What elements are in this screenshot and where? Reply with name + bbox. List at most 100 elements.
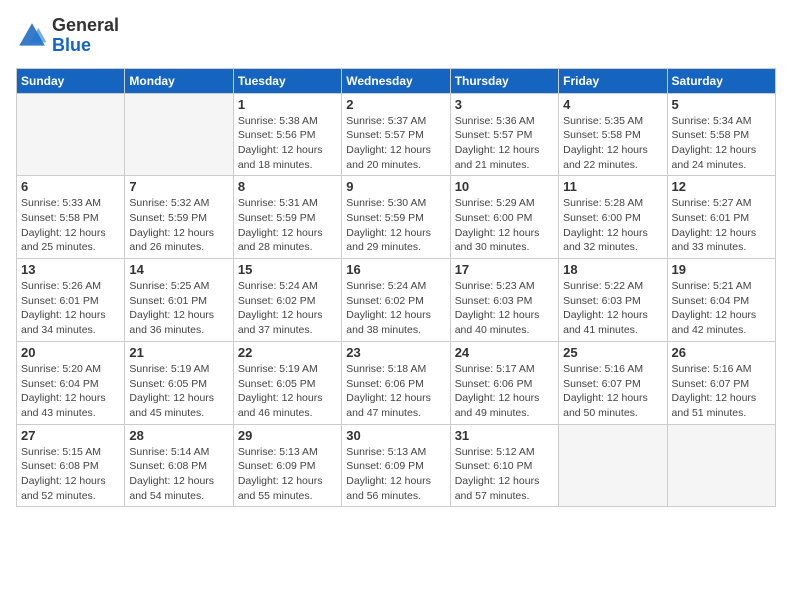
calendar-header-thursday: Thursday (450, 68, 558, 93)
calendar-week-2: 6 Sunrise: 5:33 AMSunset: 5:58 PMDaylight… (17, 176, 776, 259)
day-number: 1 (238, 97, 337, 112)
day-info: Sunrise: 5:22 AMSunset: 6:03 PMDaylight:… (563, 279, 662, 338)
logo-icon (16, 20, 48, 52)
day-info: Sunrise: 5:26 AMSunset: 6:01 PMDaylight:… (21, 279, 120, 338)
day-info: Sunrise: 5:24 AMSunset: 6:02 PMDaylight:… (238, 279, 337, 338)
day-info: Sunrise: 5:13 AMSunset: 6:09 PMDaylight:… (238, 445, 337, 504)
day-number: 22 (238, 345, 337, 360)
day-number: 14 (129, 262, 228, 277)
day-info: Sunrise: 5:38 AMSunset: 5:56 PMDaylight:… (238, 114, 337, 173)
logo: GeneralBlue (16, 16, 119, 56)
calendar-cell: 4 Sunrise: 5:35 AMSunset: 5:58 PMDaylight… (559, 93, 667, 176)
day-number: 27 (21, 428, 120, 443)
day-info: Sunrise: 5:23 AMSunset: 6:03 PMDaylight:… (455, 279, 554, 338)
day-number: 17 (455, 262, 554, 277)
calendar-cell: 11 Sunrise: 5:28 AMSunset: 6:00 PMDayligh… (559, 176, 667, 259)
day-info: Sunrise: 5:36 AMSunset: 5:57 PMDaylight:… (455, 114, 554, 173)
day-info: Sunrise: 5:34 AMSunset: 5:58 PMDaylight:… (672, 114, 771, 173)
calendar-cell: 26Sunrise: 5:16 AMSunset: 6:07 PMDayligh… (667, 341, 775, 424)
calendar-cell: 23 Sunrise: 5:18 AMSunset: 6:06 PMDayligh… (342, 341, 450, 424)
day-number: 29 (238, 428, 337, 443)
calendar-cell: 15 Sunrise: 5:24 AMSunset: 6:02 PMDayligh… (233, 259, 341, 342)
calendar-cell: 16 Sunrise: 5:24 AMSunset: 6:02 PMDayligh… (342, 259, 450, 342)
calendar-cell: 10 Sunrise: 5:29 AMSunset: 6:00 PMDayligh… (450, 176, 558, 259)
day-number: 9 (346, 179, 445, 194)
day-number: 24 (455, 345, 554, 360)
calendar-week-3: 13Sunrise: 5:26 AMSunset: 6:01 PMDayligh… (17, 259, 776, 342)
day-number: 20 (21, 345, 120, 360)
day-info: Sunrise: 5:30 AMSunset: 5:59 PMDaylight:… (346, 196, 445, 255)
day-info: Sunrise: 5:33 AMSunset: 5:58 PMDaylight:… (21, 196, 120, 255)
calendar-cell: 27Sunrise: 5:15 AMSunset: 6:08 PMDayligh… (17, 424, 125, 507)
calendar-cell (125, 93, 233, 176)
day-number: 11 (563, 179, 662, 194)
day-info: Sunrise: 5:14 AMSunset: 6:08 PMDaylight:… (129, 445, 228, 504)
day-number: 21 (129, 345, 228, 360)
calendar-header-monday: Monday (125, 68, 233, 93)
day-info: Sunrise: 5:16 AMSunset: 6:07 PMDaylight:… (672, 362, 771, 421)
day-number: 5 (672, 97, 771, 112)
calendar-cell: 3 Sunrise: 5:36 AMSunset: 5:57 PMDaylight… (450, 93, 558, 176)
calendar-header-wednesday: Wednesday (342, 68, 450, 93)
logo-blue: Blue (52, 35, 91, 55)
calendar-header-row: SundayMondayTuesdayWednesdayThursdayFrid… (17, 68, 776, 93)
day-info: Sunrise: 5:37 AMSunset: 5:57 PMDaylight:… (346, 114, 445, 173)
day-number: 2 (346, 97, 445, 112)
calendar-cell: 20 Sunrise: 5:20 AMSunset: 6:04 PMDayligh… (17, 341, 125, 424)
day-number: 23 (346, 345, 445, 360)
day-number: 16 (346, 262, 445, 277)
calendar-cell: 22 Sunrise: 5:19 AMSunset: 6:05 PMDayligh… (233, 341, 341, 424)
calendar-cell: 1 Sunrise: 5:38 AMSunset: 5:56 PMDaylight… (233, 93, 341, 176)
calendar-cell (667, 424, 775, 507)
calendar-header-friday: Friday (559, 68, 667, 93)
day-info: Sunrise: 5:18 AMSunset: 6:06 PMDaylight:… (346, 362, 445, 421)
day-info: Sunrise: 5:13 AMSunset: 6:09 PMDaylight:… (346, 445, 445, 504)
calendar-cell: 6 Sunrise: 5:33 AMSunset: 5:58 PMDaylight… (17, 176, 125, 259)
day-info: Sunrise: 5:12 AMSunset: 6:10 PMDaylight:… (455, 445, 554, 504)
day-info: Sunrise: 5:17 AMSunset: 6:06 PMDaylight:… (455, 362, 554, 421)
calendar-cell: 25Sunrise: 5:16 AMSunset: 6:07 PMDayligh… (559, 341, 667, 424)
calendar-cell: 5 Sunrise: 5:34 AMSunset: 5:58 PMDaylight… (667, 93, 775, 176)
calendar-header-saturday: Saturday (667, 68, 775, 93)
calendar-cell: 18 Sunrise: 5:22 AMSunset: 6:03 PMDayligh… (559, 259, 667, 342)
calendar-table: SundayMondayTuesdayWednesdayThursdayFrid… (16, 68, 776, 508)
calendar-cell (559, 424, 667, 507)
day-number: 12 (672, 179, 771, 194)
day-number: 15 (238, 262, 337, 277)
calendar-header-sunday: Sunday (17, 68, 125, 93)
day-number: 30 (346, 428, 445, 443)
calendar-cell: 8Sunrise: 5:31 AMSunset: 5:59 PMDaylight… (233, 176, 341, 259)
calendar-week-5: 27Sunrise: 5:15 AMSunset: 6:08 PMDayligh… (17, 424, 776, 507)
calendar-cell: 21 Sunrise: 5:19 AMSunset: 6:05 PMDayligh… (125, 341, 233, 424)
calendar-cell: 19 Sunrise: 5:21 AMSunset: 6:04 PMDayligh… (667, 259, 775, 342)
calendar-cell: 9 Sunrise: 5:30 AMSunset: 5:59 PMDaylight… (342, 176, 450, 259)
day-info: Sunrise: 5:19 AMSunset: 6:05 PMDaylight:… (129, 362, 228, 421)
day-number: 6 (21, 179, 120, 194)
calendar-cell: 31Sunrise: 5:12 AMSunset: 6:10 PMDayligh… (450, 424, 558, 507)
day-number: 4 (563, 97, 662, 112)
calendar-cell: 13Sunrise: 5:26 AMSunset: 6:01 PMDayligh… (17, 259, 125, 342)
calendar-cell (17, 93, 125, 176)
calendar-cell: 24 Sunrise: 5:17 AMSunset: 6:06 PMDayligh… (450, 341, 558, 424)
day-info: Sunrise: 5:29 AMSunset: 6:00 PMDaylight:… (455, 196, 554, 255)
day-number: 25 (563, 345, 662, 360)
day-number: 8 (238, 179, 337, 194)
day-info: Sunrise: 5:32 AMSunset: 5:59 PMDaylight:… (129, 196, 228, 255)
day-info: Sunrise: 5:19 AMSunset: 6:05 PMDaylight:… (238, 362, 337, 421)
day-info: Sunrise: 5:25 AMSunset: 6:01 PMDaylight:… (129, 279, 228, 338)
calendar-week-1: 1 Sunrise: 5:38 AMSunset: 5:56 PMDaylight… (17, 93, 776, 176)
day-number: 10 (455, 179, 554, 194)
day-info: Sunrise: 5:35 AMSunset: 5:58 PMDaylight:… (563, 114, 662, 173)
logo-text: GeneralBlue (52, 16, 119, 56)
day-info: Sunrise: 5:20 AMSunset: 6:04 PMDaylight:… (21, 362, 120, 421)
day-number: 19 (672, 262, 771, 277)
day-number: 3 (455, 97, 554, 112)
calendar-cell: 14 Sunrise: 5:25 AMSunset: 6:01 PMDayligh… (125, 259, 233, 342)
day-info: Sunrise: 5:21 AMSunset: 6:04 PMDaylight:… (672, 279, 771, 338)
day-info: Sunrise: 5:28 AMSunset: 6:00 PMDaylight:… (563, 196, 662, 255)
day-number: 28 (129, 428, 228, 443)
calendar-cell: 7Sunrise: 5:32 AMSunset: 5:59 PMDaylight… (125, 176, 233, 259)
day-number: 18 (563, 262, 662, 277)
day-info: Sunrise: 5:27 AMSunset: 6:01 PMDaylight:… (672, 196, 771, 255)
day-info: Sunrise: 5:24 AMSunset: 6:02 PMDaylight:… (346, 279, 445, 338)
